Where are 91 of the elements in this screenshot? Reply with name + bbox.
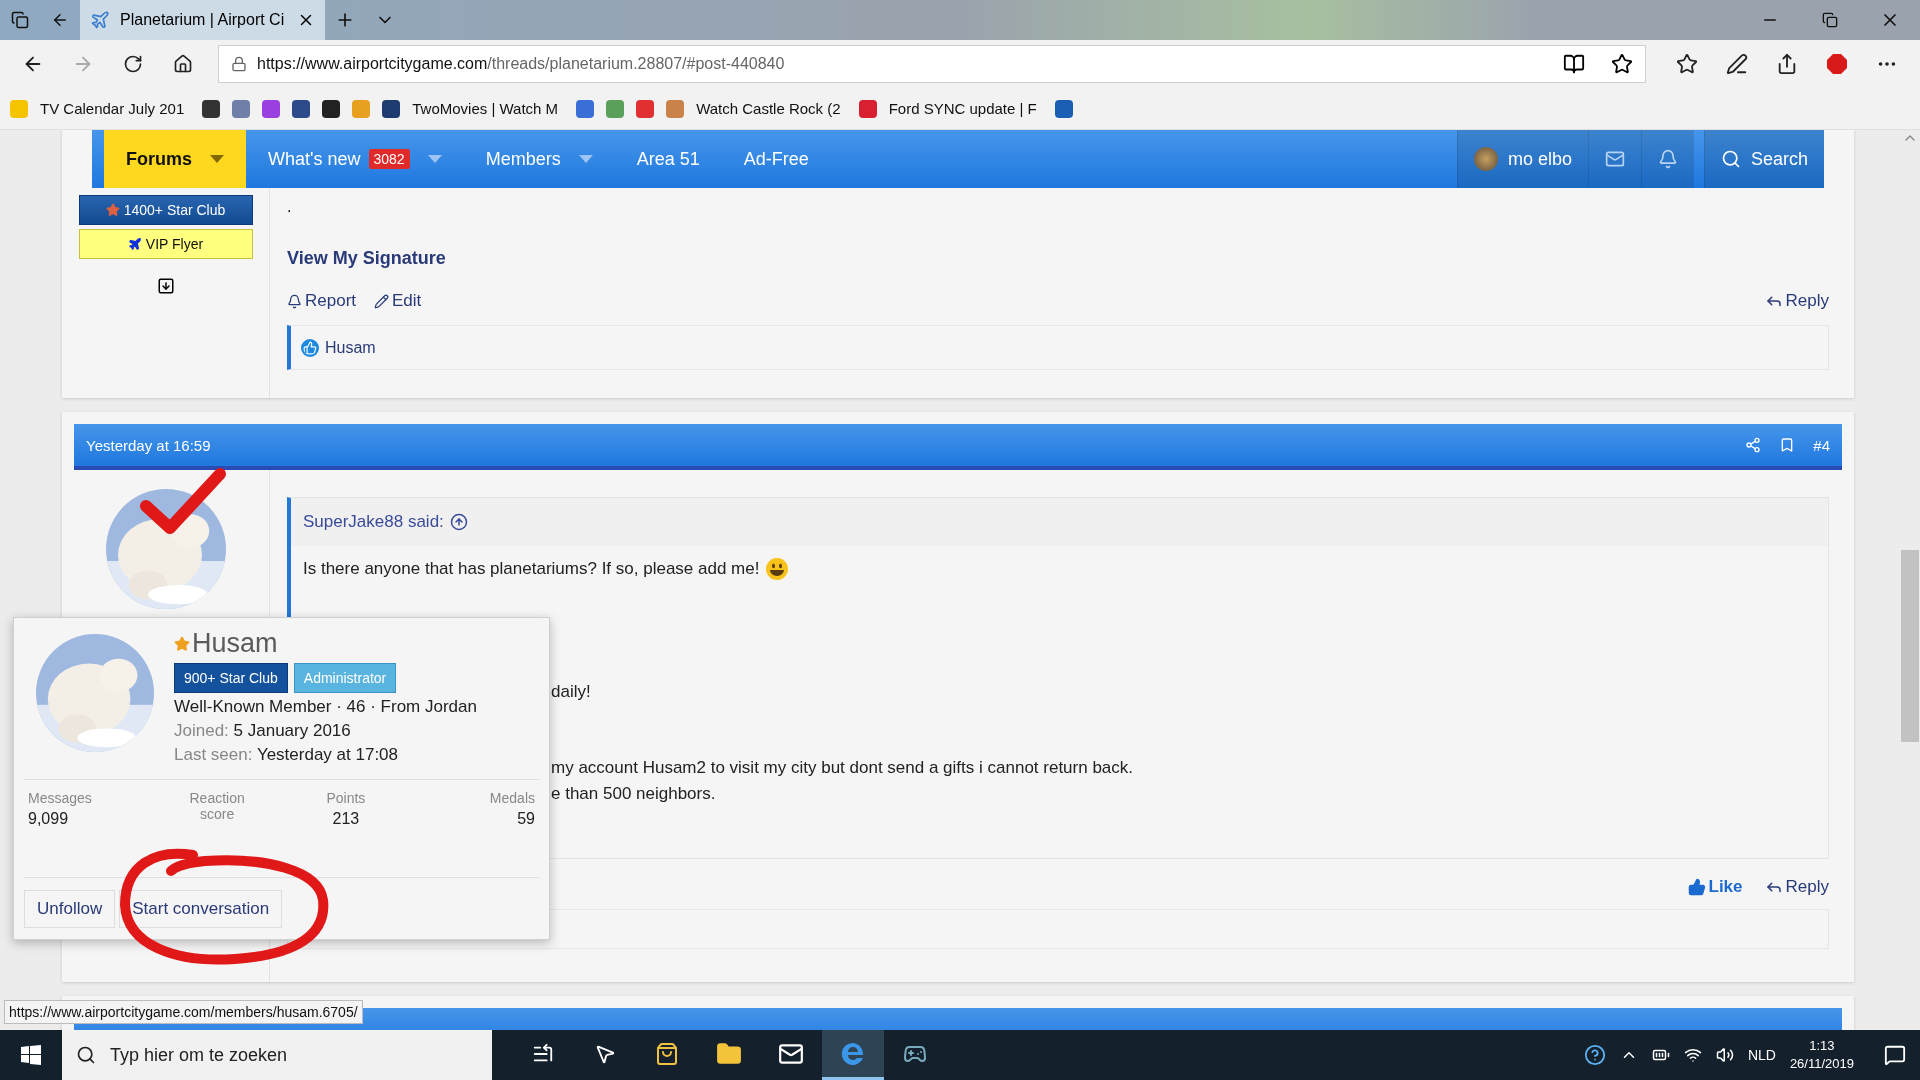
- stat-label: Messages: [28, 790, 92, 806]
- post-date[interactable]: Yesterday at 16:59: [86, 436, 1728, 454]
- user-title-badge: Administrator: [293, 663, 397, 693]
- nav-tab[interactable]: Forums: [104, 130, 246, 188]
- member-name[interactable]: Husam: [174, 628, 477, 659]
- restore-icon[interactable]: [1822, 12, 1838, 28]
- notifications-icon[interactable]: [1884, 1044, 1906, 1066]
- book-icon[interactable]: [1563, 53, 1585, 75]
- folder-icon[interactable]: [716, 1040, 742, 1067]
- count-badge: 3082: [368, 149, 410, 169]
- member-action-button[interactable]: Unfollow: [24, 890, 116, 928]
- favorite-icon[interactable]: [292, 99, 311, 118]
- stat-value: 9,099: [28, 810, 69, 828]
- search-icon: [1720, 149, 1741, 169]
- expand-icon[interactable]: [156, 277, 175, 295]
- tabs-aside-icon[interactable]: [11, 11, 29, 29]
- arrow-up-icon[interactable]: [449, 513, 468, 531]
- scrollbar-thumb[interactable]: [1901, 550, 1919, 742]
- browser-tab[interactable]: Planetarium | Airport Ci: [80, 0, 325, 40]
- favorite-icon[interactable]: [382, 99, 401, 118]
- thumbs-up-icon: [1687, 878, 1706, 896]
- like-icon: [301, 338, 319, 357]
- post-text: .: [287, 197, 293, 217]
- favorite-link[interactable]: Ford SYNC update | F: [888, 100, 1037, 117]
- quote-text: my account Husam2 to visit my city but dont send a gifts i cannot return back.: [551, 757, 1134, 779]
- member-action-button[interactable]: Start conversation: [119, 890, 283, 928]
- share-icon[interactable]: [1776, 53, 1798, 75]
- member-title: Well-Known Member · 46 · From Jordan: [174, 697, 477, 717]
- back-tabs-icon[interactable]: [51, 11, 69, 29]
- bell-icon: [287, 293, 302, 309]
- quote-text: Is there anyone that has planetariums? If so, please add me!: [303, 558, 760, 580]
- favorites-icon[interactable]: [1676, 53, 1698, 75]
- status-url: https://www.airportcitygame.com/members/husam.6705/: [4, 1000, 363, 1024]
- reply-link[interactable]: Reply: [1764, 877, 1829, 897]
- taskbar-search-field[interactable]: Typ hier om te zoeken: [62, 1030, 492, 1080]
- post-number[interactable]: #4: [1813, 436, 1830, 454]
- star-icon: [174, 635, 190, 652]
- browser-icon[interactable]: [840, 1040, 866, 1067]
- user-menu[interactable]: mo elbo: [1456, 130, 1588, 188]
- stat-label: Medals: [489, 790, 535, 806]
- post-action-link[interactable]: Report: [287, 291, 357, 311]
- help-icon[interactable]: [1583, 1044, 1606, 1066]
- search-icon: [76, 1045, 96, 1065]
- stat-value: 213: [332, 810, 360, 828]
- nav-tab[interactable]: What's new 3082: [246, 130, 464, 188]
- refresh-icon[interactable]: [123, 54, 143, 74]
- stat-value: 59: [517, 810, 535, 828]
- bell-icon[interactable]: [1657, 149, 1678, 169]
- user-title-badge: 900+ Star Club: [174, 663, 288, 693]
- caret-icon[interactable]: [210, 155, 224, 163]
- like-link[interactable]: Like: [1687, 877, 1743, 897]
- star-icon: [105, 203, 120, 217]
- stop-sign-icon[interactable]: [1826, 53, 1848, 75]
- nav-tab[interactable]: Area 51: [614, 130, 722, 188]
- last-seen: Last seen: Yesterday at 17:08: [174, 745, 400, 765]
- quote-text: daily!: [551, 681, 591, 703]
- nav-tab[interactable]: Members: [463, 130, 615, 188]
- language-indicator[interactable]: NLD: [1747, 1047, 1776, 1063]
- user-banner: VIP Flyer: [78, 229, 253, 259]
- favorite-icon[interactable]: [202, 99, 221, 118]
- reply-link[interactable]: Reply: [1764, 291, 1829, 311]
- plane-icon: [90, 10, 110, 30]
- store-icon[interactable]: [655, 1041, 679, 1066]
- joined-date: Joined: 5 January 2016: [174, 721, 352, 741]
- signature-link[interactable]: View My Signature: [287, 248, 446, 269]
- quote-text: e than 500 neighbors.: [551, 783, 716, 805]
- reaction-user-link[interactable]: Husam: [325, 338, 376, 357]
- plane-icon: [127, 237, 142, 251]
- favorite-link[interactable]: TV Calendar July 201: [40, 100, 185, 117]
- pen-icon[interactable]: [1726, 53, 1748, 75]
- quote-author-link[interactable]: SuperJake88 said:: [303, 512, 444, 532]
- favorite-icon[interactable]: [322, 99, 341, 118]
- wifi-icon[interactable]: [1683, 1046, 1702, 1064]
- volume-icon[interactable]: [1715, 1046, 1734, 1064]
- favorite-link[interactable]: Watch Castle Rock (2: [696, 100, 841, 117]
- star-icon[interactable]: [1611, 53, 1633, 75]
- address-bar[interactable]: https://www.airportcitygame.com/threads/planetarium.28807/#post-440840: [218, 45, 1646, 83]
- post-action-link[interactable]: Edit: [374, 291, 422, 311]
- home-icon[interactable]: [173, 54, 193, 74]
- stat-label: Reaction score: [188, 790, 246, 822]
- pencil-icon: [374, 293, 390, 309]
- grin-emoji-icon: [765, 557, 790, 581]
- lock-icon: [231, 56, 247, 72]
- nav-tab[interactable]: Ad-Free: [721, 130, 831, 188]
- clock[interactable]: 1:13 26/11/2019: [1789, 1037, 1854, 1073]
- windows-icon[interactable]: [21, 1045, 41, 1065]
- user-banner: 1400+ Star Club: [78, 195, 253, 225]
- stat-label: Points: [326, 790, 366, 806]
- user-avatar: [1473, 147, 1498, 171]
- search-button[interactable]: Search: [1703, 130, 1824, 188]
- favorite-link[interactable]: TwoMovies | Watch M: [412, 100, 559, 117]
